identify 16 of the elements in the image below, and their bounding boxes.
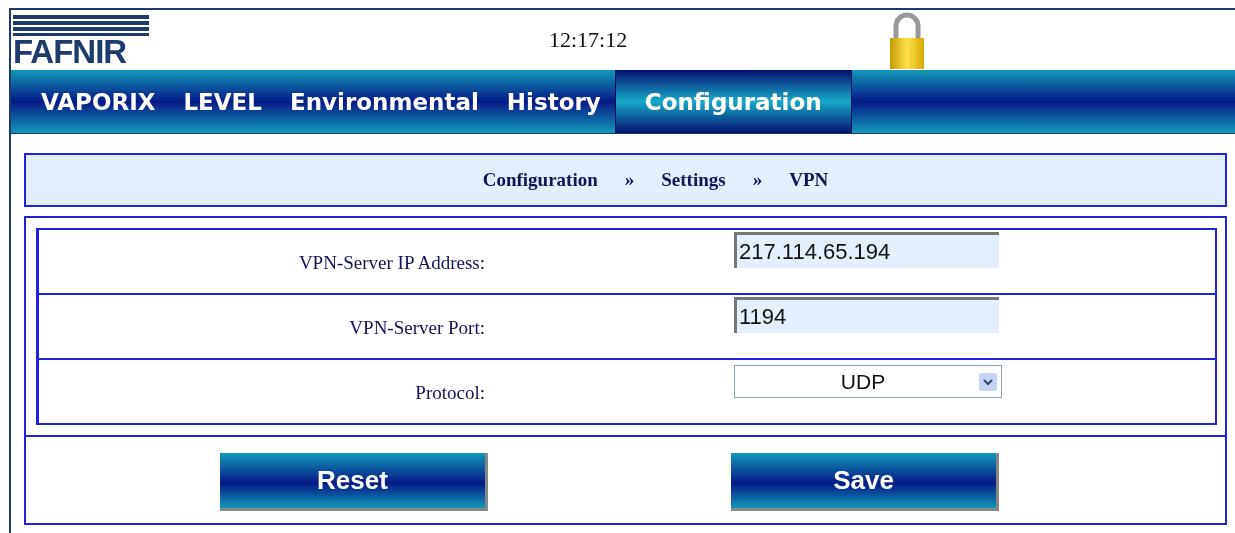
field-label: Protocol: — [415, 382, 485, 403]
input-field[interactable]: 217.114.65.194 — [734, 232, 999, 268]
breadcrumb-item: » — [624, 169, 635, 191]
breadcrumb-item: VPN — [789, 169, 829, 191]
logo: FAFNIR — [13, 15, 149, 67]
breadcrumb-item: » — [752, 169, 763, 191]
chevron-down-icon — [979, 372, 997, 391]
clock-time: 12:17:12 — [549, 27, 628, 53]
protocol-dropdown[interactable]: UDP — [734, 365, 1002, 398]
input-field[interactable]: 1194 — [734, 297, 999, 333]
breadcrumb-item: Configuration — [482, 169, 598, 191]
field-label: VPN-Server Port: — [349, 317, 485, 338]
field-label: VPN-Server IP Address: — [298, 252, 485, 273]
action-button[interactable]: Reset — [220, 453, 488, 511]
action-button[interactable]: Save — [731, 453, 999, 511]
breadcrumb-item: Settings — [661, 169, 726, 191]
